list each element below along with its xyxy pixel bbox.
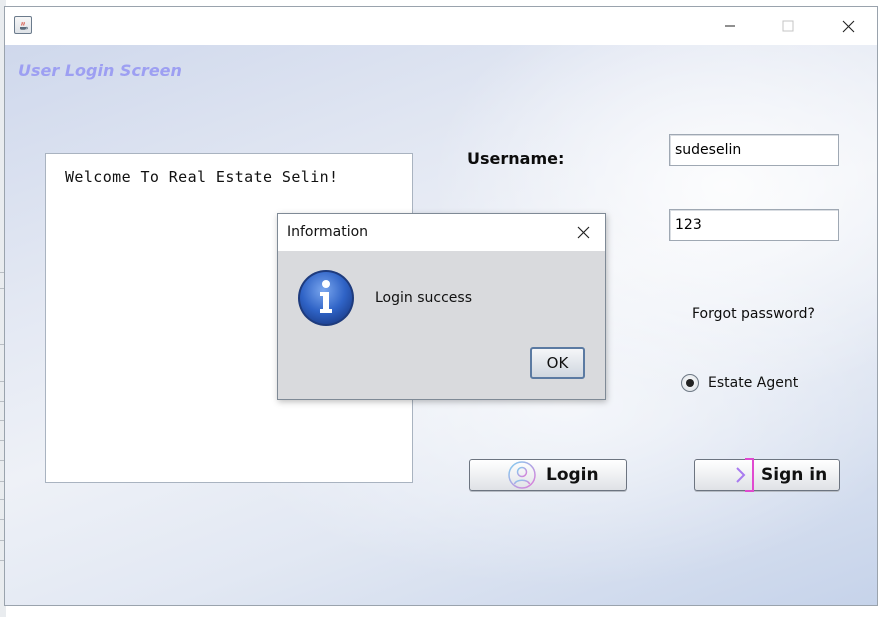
dialog-title: Information — [287, 224, 369, 240]
window-titlebar[interactable] — [5, 7, 877, 45]
sign-in-arrow-icon — [715, 458, 754, 492]
radio-button[interactable] — [681, 374, 699, 392]
close-icon — [577, 226, 589, 239]
radio-selected-dot — [686, 379, 694, 387]
ok-button[interactable]: OK — [530, 347, 585, 379]
estate-agent-radio[interactable]: Estate Agent — [681, 373, 798, 393]
close-icon — [842, 20, 854, 32]
login-window: User Login Screen Welcome To Real Estate… — [4, 6, 878, 606]
user-avatar-icon — [508, 461, 536, 489]
dialog-message: Login success — [375, 290, 472, 306]
sign-in-button-label: Sign in — [761, 465, 828, 485]
forgot-password-link[interactable]: Forgot password? — [692, 306, 815, 322]
welcome-text: Welcome To Real Estate Selin! — [65, 168, 339, 186]
dialog-close-button[interactable] — [561, 214, 605, 251]
info-icon — [298, 270, 354, 326]
dialog-titlebar[interactable]: Information — [278, 214, 605, 251]
login-button-label: Login — [546, 465, 599, 485]
screen-title: User Login Screen — [18, 61, 182, 80]
estate-agent-label: Estate Agent — [708, 375, 799, 391]
minimize-icon — [725, 25, 735, 27]
sign-in-button[interactable]: Sign in — [694, 458, 840, 492]
username-label: Username: — [467, 149, 565, 168]
minimize-button[interactable] — [707, 7, 753, 45]
close-button[interactable] — [825, 7, 871, 45]
java-app-icon[interactable] — [14, 16, 32, 34]
information-dialog: Information Login success OK — [277, 213, 606, 400]
maximize-button[interactable] — [765, 7, 811, 45]
maximize-icon — [782, 20, 794, 32]
login-button[interactable]: Login — [469, 459, 627, 491]
password-field[interactable]: 123 — [669, 209, 839, 241]
login-content-panel: User Login Screen Welcome To Real Estate… — [5, 45, 877, 605]
username-field[interactable]: sudeselin — [669, 134, 839, 166]
